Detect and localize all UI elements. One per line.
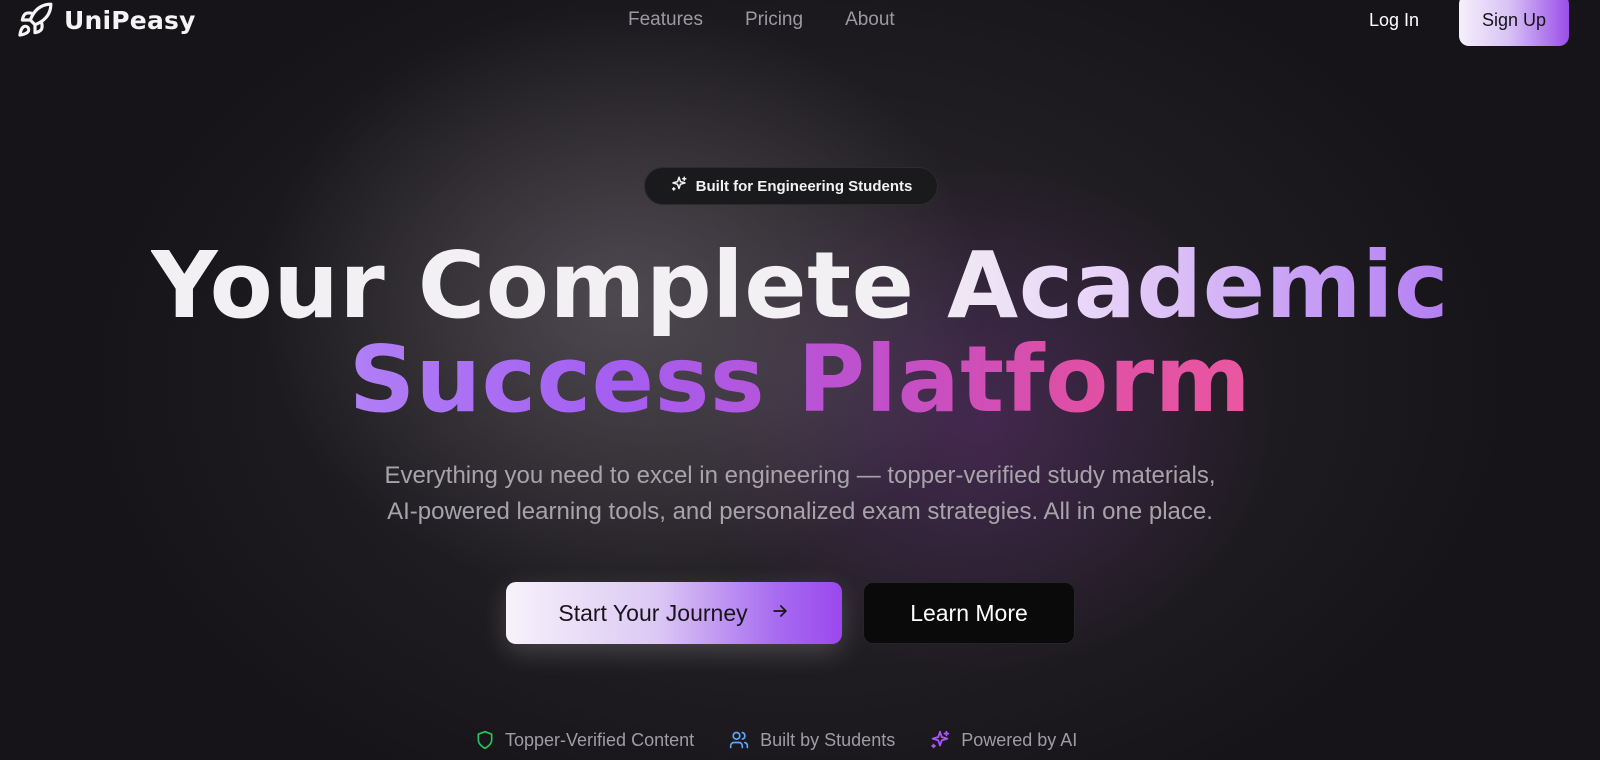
nav-link-pricing[interactable]: Pricing: [745, 9, 803, 31]
feature-highlights: Topper-Verified Content Built by Student…: [475, 729, 1077, 751]
brand-name: UniPeasy: [64, 5, 196, 35]
shield-icon: [475, 730, 495, 750]
nav-link-about[interactable]: About: [845, 9, 895, 31]
hero-subtitle: Everything you need to excel in engineer…: [0, 458, 1600, 530]
hero-subtitle-line1: Everything you need to excel in engineer…: [384, 462, 1216, 489]
landing-page: UniPeasy Features Pricing About Log In S…: [0, 0, 1600, 760]
nav-links: Features Pricing About: [628, 9, 895, 31]
hero-badge: Built for Engineering Students: [644, 167, 938, 205]
hero-headline-line1: Your Complete Academic: [0, 240, 1600, 332]
top-nav: UniPeasy Features Pricing About Log In S…: [0, 0, 1600, 46]
nav-link-features[interactable]: Features: [628, 9, 703, 31]
start-journey-label: Start Your Journey: [558, 599, 748, 626]
hero-subtitle-line2: AI-powered learning tools, and personali…: [387, 498, 1213, 525]
users-icon: [728, 730, 750, 750]
start-journey-button[interactable]: Start Your Journey: [506, 582, 842, 644]
learn-more-button[interactable]: Learn More: [863, 582, 1075, 644]
login-button[interactable]: Log In: [1369, 10, 1419, 31]
signup-button[interactable]: Sign Up: [1459, 0, 1569, 46]
rocket-icon: [16, 1, 54, 39]
feature-built-by-students: Built by Students: [728, 730, 895, 751]
feature-label: Built by Students: [760, 729, 896, 750]
feature-powered-by-ai: Powered by AI: [929, 729, 1077, 751]
hero-headline-line2-text: Success Platform: [348, 326, 1252, 433]
feature-label: Topper-Verified Content: [505, 729, 695, 750]
hero-headline-line2: Success Platform: [0, 334, 1600, 426]
sparkles-icon: [670, 175, 688, 197]
arrow-right-icon: [770, 600, 790, 627]
feature-label: Powered by AI: [961, 729, 1078, 750]
feature-topper-verified: Topper-Verified Content: [475, 730, 694, 751]
sparkles-icon: [929, 729, 951, 751]
hero-badge-label: Built for Engineering Students: [695, 177, 913, 195]
hero-headline-line1-text: Your Complete Academic: [150, 232, 1450, 339]
brand-logo-link[interactable]: UniPeasy: [16, 1, 196, 39]
